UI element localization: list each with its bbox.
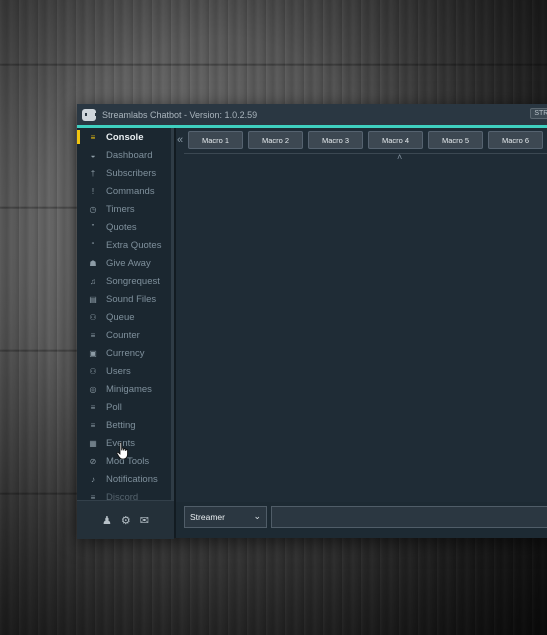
sidebar-item-poll[interactable]: ≡ Poll: [77, 398, 174, 416]
sidebar-item-label: Users: [106, 365, 131, 377]
clock-icon: ◷: [89, 204, 97, 214]
chat-message-input[interactable]: [271, 506, 547, 528]
sidebar-item-sound-files[interactable]: ▤ Sound Files: [77, 290, 174, 308]
sidebar-footer: ♟ ⚙ ✉: [77, 500, 174, 539]
envelope-icon[interactable]: ✉: [140, 514, 149, 527]
file-audio-icon: ▤: [89, 294, 97, 304]
sidebar-item-songrequest[interactable]: ♫ Songrequest: [77, 272, 174, 290]
console-output[interactable]: [178, 159, 547, 497]
list-icon: ≡: [90, 402, 96, 412]
sidebar-item-queue[interactable]: ⚇ Queue: [77, 308, 174, 326]
sidebar-item-timers[interactable]: ◷ Timers: [77, 200, 174, 218]
macro-5-button[interactable]: Macro 5: [428, 131, 483, 149]
sidebar-item-label: Commands: [106, 185, 155, 197]
sidebar-item-notifications[interactable]: ♪ Notifications: [77, 470, 174, 488]
sidebar-item-minigames[interactable]: ◎ Minigames: [77, 380, 174, 398]
sidebar-item-dashboard[interactable]: ◒ Dashboard: [77, 146, 174, 164]
sidebar-item-extra-quotes[interactable]: “ Extra Quotes: [77, 236, 174, 254]
macro-bar: Macro 1 Macro 2 Macro 3 Macro 4 Macro 5 …: [188, 131, 543, 149]
bell-icon: ♪: [91, 474, 95, 484]
list-icon: ≡: [90, 330, 96, 340]
music-icon: ♫: [90, 276, 96, 286]
sidebar-item-subscribers[interactable]: † Subscribers: [77, 164, 174, 182]
exclamation-icon: !: [91, 186, 95, 196]
window-title: Streamlabs Chatbot - Version: 1.0.2.59: [102, 109, 258, 120]
macro-1-button[interactable]: Macro 1: [188, 131, 243, 149]
app-logo-icon: [82, 108, 97, 121]
send-as-value: Streamer: [190, 512, 225, 522]
sidebar-item-label: Discord: [106, 491, 139, 501]
gear-icon[interactable]: ⚙: [121, 514, 131, 527]
sidebar-item-give-away[interactable]: ☗ Give Away: [77, 254, 174, 272]
sidebar-item-label: Subscribers: [106, 167, 157, 179]
dashboard-icon: ◒: [90, 150, 96, 160]
send-as-select[interactable]: Streamer ⌄: [184, 506, 267, 528]
sidebar-item-label: Extra Quotes: [106, 239, 162, 251]
ban-icon: ⊘: [89, 456, 97, 466]
list-icon: ≡: [90, 492, 96, 501]
macro-bar-divider: [184, 153, 547, 154]
person-icon: †: [90, 168, 96, 178]
user-icon[interactable]: ♟: [102, 514, 112, 527]
chevron-down-icon: ⌄: [253, 511, 261, 521]
sidebar-item-counter[interactable]: ≡ Counter: [77, 326, 174, 344]
chatbot-window: Streamlabs Chatbot - Version: 1.0.2.59 S…: [77, 104, 547, 539]
sidebar-item-label: Poll: [106, 401, 122, 413]
sidebar-item-label: Notifications: [106, 473, 158, 485]
title-bar[interactable]: Streamlabs Chatbot - Version: 1.0.2.59 S…: [77, 104, 547, 128]
sidebar-item-console[interactable]: ≡ Console: [77, 128, 174, 146]
sidebar-item-currency[interactable]: ▣ Currency: [77, 344, 174, 362]
sidebar-item-betting[interactable]: ≡ Betting: [77, 416, 174, 434]
sidebar-item-label: Betting: [106, 419, 136, 431]
calendar-icon: ▦: [89, 438, 97, 448]
sidebar-item-label: Timers: [106, 203, 135, 215]
sidebar-item-label: Counter: [106, 329, 140, 341]
sidebar-item-label: Minigames: [106, 383, 152, 395]
sidebar-item-label: Console: [106, 131, 144, 143]
collapse-sidebar-icon[interactable]: «: [177, 134, 183, 146]
money-icon: ▣: [89, 348, 97, 358]
sidebar-item-label: Currency: [106, 347, 145, 359]
stream-badge[interactable]: STRE: [530, 108, 547, 119]
users-icon: ⚇: [89, 312, 97, 322]
quote-open-icon: “: [91, 240, 95, 250]
sidebar-item-quotes[interactable]: ” Quotes: [77, 218, 174, 236]
sidebar-item-discord[interactable]: ≡ Discord: [77, 488, 174, 501]
sidebar-item-label: Quotes: [106, 221, 137, 233]
sidebar-item-label: Dashboard: [106, 149, 153, 161]
chat-bottom-bar: Streamer ⌄: [176, 502, 547, 538]
sidebar-item-commands[interactable]: ! Commands: [77, 182, 174, 200]
sidebar-item-label: Give Away: [106, 257, 151, 269]
sidebar-item-label: Sound Files: [106, 293, 157, 305]
hand-cursor-icon: [116, 442, 128, 460]
gamepad-icon: ◎: [89, 384, 97, 394]
list-icon: ≡: [90, 420, 96, 430]
macro-3-button[interactable]: Macro 3: [308, 131, 363, 149]
sidebar-item-users[interactable]: ⚇ Users: [77, 362, 174, 380]
macro-4-button[interactable]: Macro 4: [368, 131, 423, 149]
users-icon: ⚇: [89, 366, 97, 376]
sidebar-divider: [174, 128, 176, 538]
sidebar-item-label: Queue: [106, 311, 135, 323]
macro-2-button[interactable]: Macro 2: [248, 131, 303, 149]
list-icon: ≡: [90, 132, 96, 142]
sidebar-item-label: Songrequest: [106, 275, 160, 287]
quote-close-icon: ”: [91, 222, 95, 232]
macro-6-button[interactable]: Macro 6: [488, 131, 543, 149]
gift-icon: ☗: [89, 258, 97, 268]
